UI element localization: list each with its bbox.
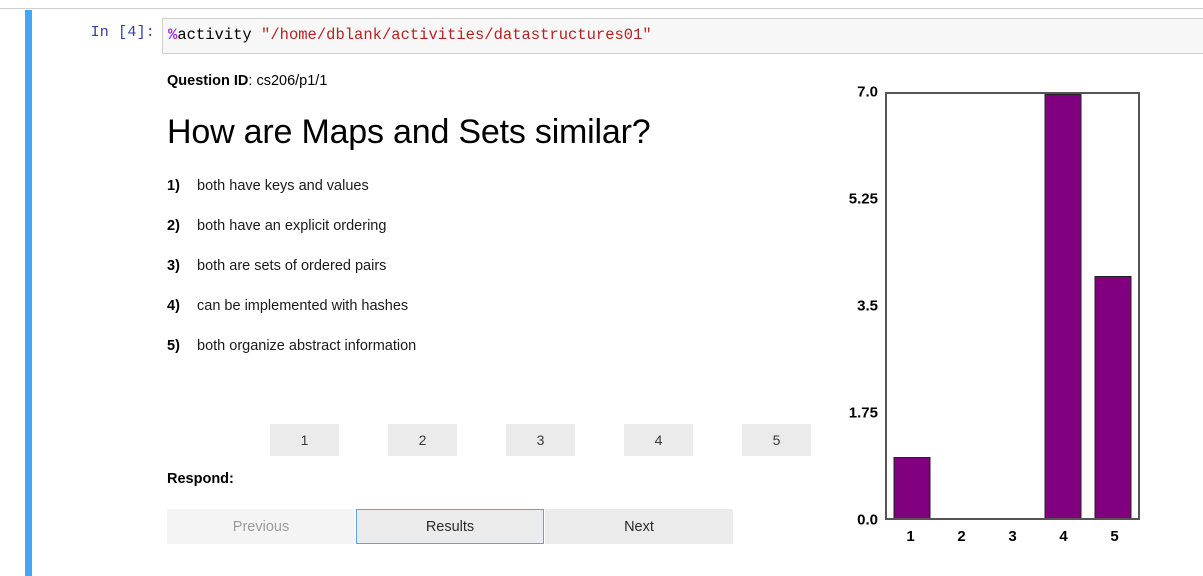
option-number: 3) <box>167 258 180 274</box>
bar-category-1 <box>893 457 931 518</box>
answer-button-2[interactable]: 2 <box>388 424 457 456</box>
y-tick-label: 1.75 <box>848 404 878 422</box>
y-tick-label: 7.0 <box>857 83 878 101</box>
cell-output: Question ID: cs206/p1/1 How are Maps and… <box>0 60 1203 576</box>
option-item: 3) both are sets of ordered pairs <box>167 258 807 298</box>
y-tick-label: 3.5 <box>857 297 878 315</box>
results-bar-chart: 7.0 5.25 3.5 1.75 0.0 1 2 3 4 5 <box>820 72 1190 572</box>
x-axis-labels: 1 2 3 4 5 <box>885 524 1140 550</box>
question-title: How are Maps and Sets similar? <box>167 113 651 151</box>
question-id-value: cs206/p1/1 <box>256 73 328 89</box>
code-line: %activity "/home/dblank/activities/datas… <box>168 28 652 44</box>
answer-choice-row: 1 2 3 4 5 <box>270 424 830 456</box>
answer-button-5[interactable]: 5 <box>742 424 811 456</box>
question-id-row: Question ID: cs206/p1/1 <box>167 72 807 90</box>
code-input-cell[interactable]: %activity "/home/dblank/activities/datas… <box>162 18 1203 54</box>
previous-button[interactable]: Previous <box>167 509 355 544</box>
x-tick-label: 5 <box>1110 528 1119 545</box>
option-item: 4) can be implemented with hashes <box>167 298 807 338</box>
top-divider <box>0 8 1203 9</box>
x-tick-label: 1 <box>906 528 915 545</box>
bar-slot <box>987 94 1037 518</box>
results-button[interactable]: Results <box>356 509 544 544</box>
option-item: 1) both have keys and values <box>167 178 807 218</box>
magic-percent-token: % <box>168 26 178 45</box>
option-item: 2) both have an explicit ordering <box>167 218 807 258</box>
x-tick-label: 2 <box>957 528 966 545</box>
option-label: can be implemented with hashes <box>197 298 409 314</box>
option-number: 1) <box>167 178 180 194</box>
y-tick-label: 0.0 <box>857 511 878 529</box>
answer-button-1[interactable]: 1 <box>270 424 339 456</box>
question-id-label: Question ID <box>167 73 249 89</box>
option-number: 2) <box>167 218 180 234</box>
bar-category-5 <box>1094 275 1132 518</box>
bar-slot <box>887 94 937 518</box>
option-label: both organize abstract information <box>197 338 417 354</box>
option-number: 4) <box>167 298 180 314</box>
bar-series <box>887 94 1138 518</box>
bar-slot <box>1088 94 1138 518</box>
input-prompt: In [4]: <box>90 24 155 41</box>
plot-area <box>885 92 1140 520</box>
x-tick-label: 4 <box>1059 528 1068 545</box>
y-tick-label: 5.25 <box>848 190 878 208</box>
options-list: 1) both have keys and values 2) both hav… <box>167 178 807 378</box>
option-item: 5) both organize abstract information <box>167 338 807 378</box>
activity-widget: Question ID: cs206/p1/1 How are Maps and… <box>167 72 811 544</box>
answer-button-4[interactable]: 4 <box>624 424 693 456</box>
respond-label: Respond: <box>167 471 234 487</box>
navigation-row: Previous Results Next <box>167 509 733 544</box>
activity-path-string: "/home/dblank/activities/datastructures0… <box>261 26 652 45</box>
option-label: both have keys and values <box>197 178 369 194</box>
next-button[interactable]: Next <box>545 509 733 544</box>
magic-name-token: activity <box>177 26 252 45</box>
notebook-page: In [4]: %activity "/home/dblank/activiti… <box>0 0 1203 576</box>
bar-slot <box>1038 94 1088 518</box>
option-label: both have an explicit ordering <box>197 218 387 234</box>
answer-button-3[interactable]: 3 <box>506 424 575 456</box>
option-number: 5) <box>167 338 180 354</box>
bar-category-4 <box>1044 94 1082 518</box>
bar-slot <box>937 94 987 518</box>
x-tick-label: 3 <box>1008 528 1017 545</box>
option-label: both are sets of ordered pairs <box>197 258 387 274</box>
